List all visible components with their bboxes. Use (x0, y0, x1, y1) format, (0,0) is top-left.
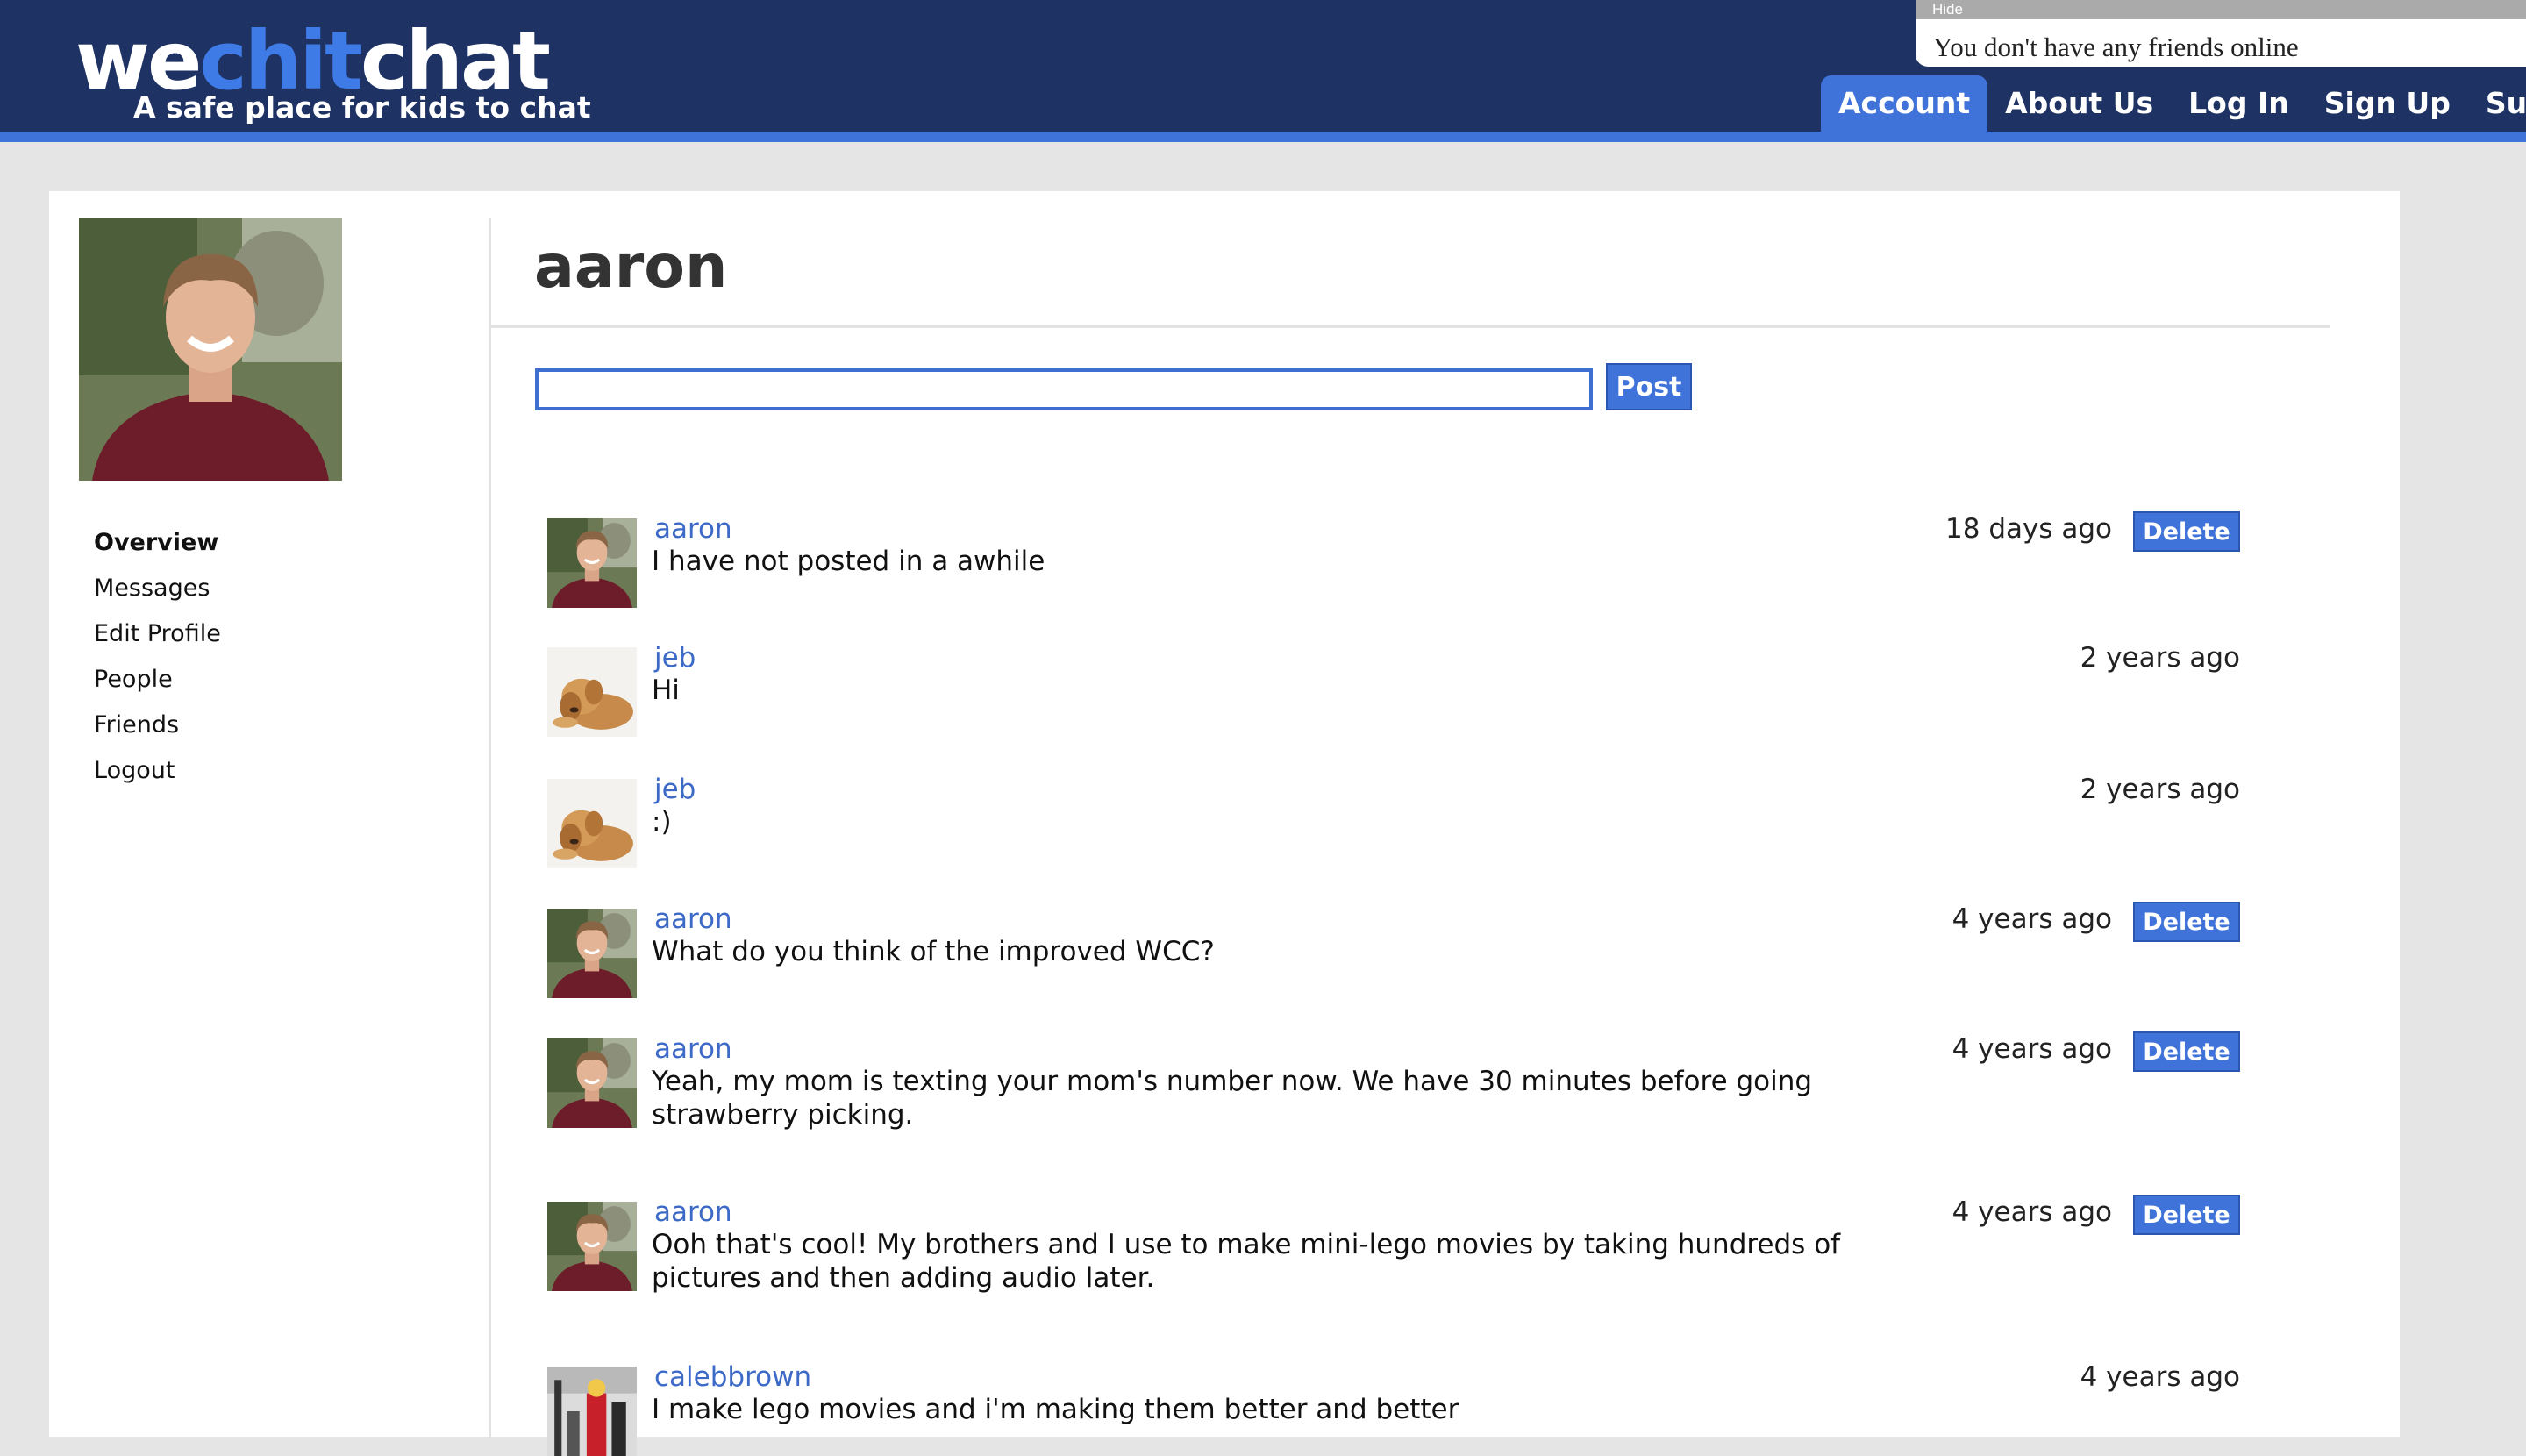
delete-post-button[interactable]: Delete (2133, 1195, 2240, 1235)
person-avatar-icon (547, 1202, 637, 1291)
header-accent-stripe (0, 132, 2526, 142)
post-timestamp: 4 years ago (2080, 1361, 2240, 1393)
puppy-avatar-icon (547, 779, 637, 868)
post-message: :) (652, 806, 672, 838)
person-avatar-icon (547, 1038, 637, 1128)
post-timestamp: 4 years ago (1952, 1196, 2112, 1228)
lego-avatar-icon (547, 1367, 637, 1456)
sidebar-menu: Overview Messages Edit Profile People Fr… (94, 520, 221, 794)
post-message: Ooh that's cool! My brothers and I use t… (652, 1229, 1841, 1294)
person-avatar-icon (547, 518, 637, 608)
friends-online-status: You don't have any friends online (1933, 32, 2299, 62)
post-author-link[interactable]: aaron (654, 1195, 732, 1230)
post-timestamp: 18 days ago (1945, 513, 2112, 545)
person-photo-icon (79, 218, 342, 481)
sidebar-item-edit-profile[interactable]: Edit Profile (94, 611, 221, 657)
post-message: Yeah, my mom is texting your mom's numbe… (652, 1066, 1813, 1131)
delete-post-button[interactable]: Delete (2133, 511, 2240, 552)
post-author-link[interactable]: calebbrown (654, 1360, 811, 1395)
avatar[interactable] (547, 779, 637, 868)
post-author-link[interactable]: jeb (654, 640, 696, 675)
site-header: wechitchat A safe place for kids to chat… (0, 0, 2526, 132)
avatar[interactable] (547, 1038, 637, 1128)
post-input[interactable] (535, 368, 1593, 410)
title-divider (491, 325, 2330, 328)
friends-online-widget: Hide You don't have any friends online (1916, 0, 2526, 67)
post-timestamp: 4 years ago (1952, 903, 2112, 935)
post-message: I have not posted in a awhile (652, 546, 1045, 577)
avatar[interactable] (547, 518, 637, 608)
page-title: aaron (534, 232, 728, 302)
post-timestamp: 2 years ago (2080, 642, 2240, 674)
nav-about-us[interactable]: About Us (1987, 75, 2171, 132)
post-author-link[interactable]: jeb (654, 772, 696, 807)
sidebar-item-overview[interactable]: Overview (94, 520, 221, 566)
content-divider (489, 218, 491, 1437)
avatar[interactable] (547, 647, 637, 737)
post-timestamp: 2 years ago (2080, 774, 2240, 805)
post-button[interactable]: Post (1606, 363, 1692, 410)
main-nav: Account About Us Log In Sign Up Support (1821, 75, 2526, 132)
post-timestamp: 4 years ago (1952, 1033, 2112, 1065)
avatar[interactable] (547, 1202, 637, 1291)
friends-widget-bar: Hide (1916, 0, 2526, 19)
puppy-avatar-icon (547, 647, 637, 737)
delete-post-button[interactable]: Delete (2133, 902, 2240, 942)
nav-sign-up[interactable]: Sign Up (2307, 75, 2468, 132)
avatar[interactable] (547, 909, 637, 998)
post-message: I make lego movies and i'm making them b… (652, 1394, 1459, 1425)
site-tagline: A safe place for kids to chat (133, 90, 591, 125)
post-author-link[interactable]: aaron (654, 1031, 732, 1067)
person-avatar-icon (547, 909, 637, 998)
nav-support[interactable]: Support (2468, 75, 2526, 132)
sidebar-item-people[interactable]: People (94, 657, 221, 703)
post-message: Hi (652, 674, 680, 706)
avatar[interactable] (547, 1367, 637, 1456)
sidebar-item-friends[interactable]: Friends (94, 703, 221, 748)
profile-photo[interactable] (79, 218, 342, 481)
hide-friends-link[interactable]: Hide (1932, 0, 1963, 19)
nav-account[interactable]: Account (1821, 75, 1988, 132)
post-author-link[interactable]: aaron (654, 511, 732, 546)
sidebar-item-logout[interactable]: Logout (94, 748, 221, 794)
sidebar-item-messages[interactable]: Messages (94, 566, 221, 611)
nav-log-in[interactable]: Log In (2171, 75, 2307, 132)
profile-card: Overview Messages Edit Profile People Fr… (49, 191, 2400, 1437)
delete-post-button[interactable]: Delete (2133, 1031, 2240, 1072)
post-message: What do you think of the improved WCC? (652, 936, 1215, 967)
post-author-link[interactable]: aaron (654, 902, 732, 937)
